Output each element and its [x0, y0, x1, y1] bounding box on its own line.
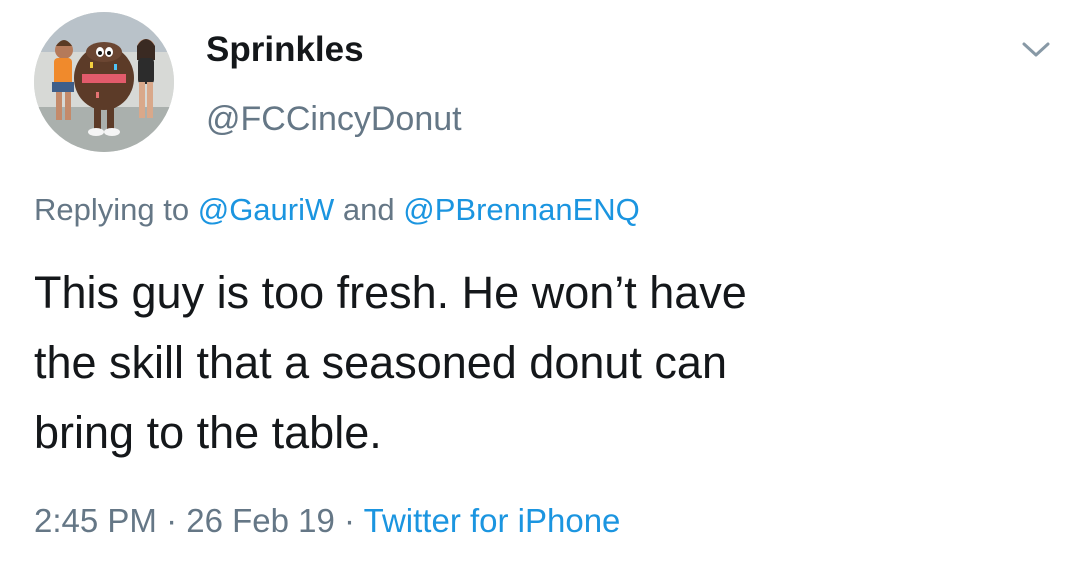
- avatar-image: [34, 12, 174, 152]
- meta-separator: ·: [166, 502, 178, 539]
- tweet-text: This guy is too fresh. He won’t have the…: [34, 258, 1054, 468]
- tweet-text-line: This guy is too fresh. He won’t have: [34, 267, 747, 318]
- replying-to-joiner: and: [342, 192, 395, 227]
- tweet-text-line: bring to the table.: [34, 407, 382, 458]
- mention-pbrennanenq-link[interactable]: @PBrennanENQ: [403, 192, 640, 227]
- display-name[interactable]: Sprinkles: [206, 30, 364, 70]
- replying-to: Replying to @GauriW and @PBrennanENQ: [34, 192, 640, 228]
- tweet-time[interactable]: 2:45 PM: [34, 502, 157, 539]
- replying-to-label: Replying to: [34, 192, 190, 227]
- mention-gauriw-link[interactable]: @GauriW: [198, 192, 335, 227]
- tweet-source-link[interactable]: Twitter for iPhone: [364, 502, 621, 539]
- tweet-card: Sprinkles @FCCincyDonut Replying to @Gau…: [0, 0, 1080, 580]
- tweet-text-line: the skill that a seasoned donut can: [34, 337, 727, 388]
- chevron-down-icon[interactable]: [1016, 34, 1056, 64]
- avatar[interactable]: [34, 12, 174, 152]
- tweet-date[interactable]: 26 Feb 19: [186, 502, 335, 539]
- user-handle[interactable]: @FCCincyDonut: [206, 100, 462, 139]
- tweet-meta: 2:45 PM · 26 Feb 19 · Twitter for iPhone: [34, 502, 620, 540]
- meta-separator: ·: [344, 502, 356, 539]
